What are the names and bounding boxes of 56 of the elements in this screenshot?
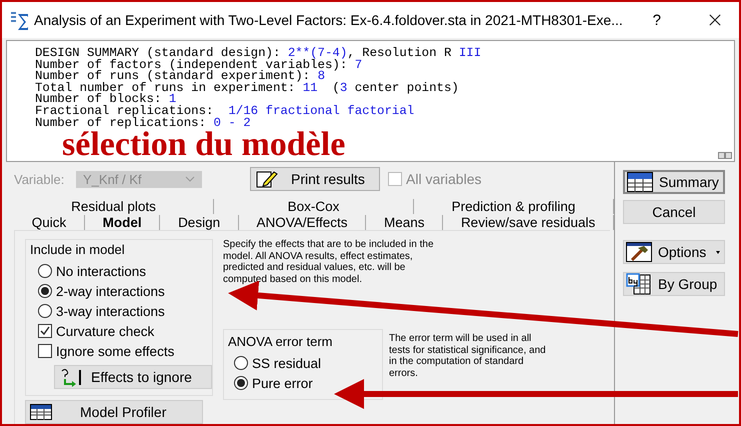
table-icon (30, 404, 52, 420)
model-description: Specify the effects that are to be included in the model. All ANOVA results, effect estimates, predicted and residual values, etc. will be computed based on this model. (223, 239, 435, 285)
radio-button[interactable] (38, 284, 52, 298)
radio-button[interactable] (38, 264, 52, 278)
summary-line: Number of replications: 0 - 2 (35, 118, 252, 130)
summary-line: Number of blocks: 1 (35, 94, 176, 106)
summary-line: Number of factors (independent variables): 7 (35, 60, 364, 72)
radio-button[interactable] (38, 304, 52, 318)
group-title: ANOVA error term (228, 334, 334, 349)
app-icon (10, 10, 30, 30)
summary-line: DESIGN SUMMARY (standard design): 2**(7-4), Resolution R III (35, 48, 482, 60)
option-label: Pure error (252, 376, 313, 390)
summary-line: Fractional replications: 1/16 fractional factorial (35, 106, 416, 118)
tab[interactable]: ANOVA/Effects (238, 214, 366, 230)
tab[interactable]: Design (160, 214, 239, 230)
print-results-button[interactable]: Print results (250, 167, 380, 191)
option-label: 3-way interactions (56, 304, 165, 318)
summary-line: Total number of runs in experiment: 11 (3 center points) (35, 82, 460, 94)
table-icon (627, 172, 653, 192)
pencil-paper-icon (255, 169, 279, 189)
option-label: Ignore some effects (56, 344, 174, 358)
hammer-icon (626, 242, 652, 262)
effects-to-ignore-button[interactable]: Effects to ignore (54, 365, 212, 389)
close-icon[interactable] (709, 14, 721, 26)
option-label: SS residual (252, 356, 322, 370)
annotation-text: sélection du modèle (62, 127, 346, 163)
question-arrow-icon (59, 367, 83, 387)
grid-icon (626, 273, 652, 295)
option-label: 2-way interactions (56, 284, 165, 298)
group-title: Include in model (30, 242, 126, 257)
variable-label: Variable: (14, 172, 66, 186)
side-button[interactable]: Options (623, 240, 725, 264)
window-title: Analysis of an Experiment with Two-Level Factors: Ex-6.4.foldover.sta in 2021-MTH8301-Exe... (34, 12, 624, 28)
tab[interactable]: Prediction & profiling (414, 198, 614, 214)
side-button[interactable]: Cancel (623, 200, 725, 224)
side-button[interactable]: Summary (623, 170, 725, 194)
summary-line: Number of runs (standard experiment): 8 (35, 71, 325, 83)
option-label: No interactions (56, 264, 146, 278)
chevron-down-icon (185, 176, 195, 182)
model-profiler-button[interactable]: Model Profiler (25, 400, 203, 424)
tab[interactable]: Model (84, 214, 160, 230)
radio-button[interactable] (234, 376, 248, 390)
dropdown-indicator-icon (716, 251, 720, 254)
error-term-description: The error term will be used in all tests for statistical significance, and in the computation of standard errors. (389, 333, 547, 380)
option-label: Curvature check (56, 324, 154, 338)
resize-grip-icon (718, 152, 732, 159)
checkbox[interactable] (38, 344, 52, 358)
tab[interactable]: Residual plots (14, 198, 214, 214)
tab[interactable]: Quick (14, 214, 85, 230)
tab[interactable]: Box-Cox (214, 198, 414, 214)
checkbox[interactable] (38, 324, 52, 338)
help-button[interactable]: ? (652, 12, 661, 28)
tab[interactable]: Review/save residuals (443, 214, 614, 230)
tab[interactable]: Means (366, 214, 444, 230)
radio-button[interactable] (234, 356, 248, 370)
side-button[interactable]: By Group (623, 272, 725, 296)
